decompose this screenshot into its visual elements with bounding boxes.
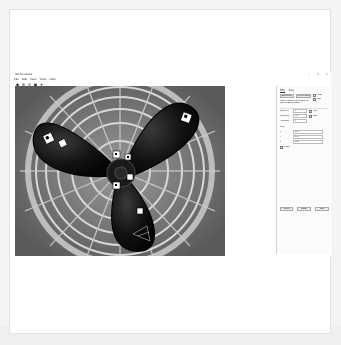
- grid-checkbox-label: Grid: [317, 98, 321, 100]
- pose-section-label: Pose: [280, 126, 285, 128]
- close-button[interactable]: ×: [325, 72, 329, 77]
- save-button[interactable]: Save: [315, 207, 329, 211]
- export-button[interactable]: Export: [297, 207, 311, 211]
- thickness-label: Thickness: [280, 120, 290, 122]
- info-text: Select a marker then drag in the view to…: [280, 100, 309, 105]
- size-field[interactable]: 100: [293, 114, 307, 118]
- pose-z-field[interactable]: 0.00: [293, 140, 323, 144]
- refine-checkbox-label: Refine: [284, 146, 290, 148]
- lock-checkbox-label: Lock: [313, 110, 318, 112]
- lock-checkbox[interactable]: [309, 110, 312, 113]
- marker-id-label: Marker ID: [280, 110, 289, 112]
- panel-tabs: Obj Img: [280, 88, 294, 93]
- pose-x-field[interactable]: 0.00: [293, 130, 323, 134]
- minimize-button[interactable]: –: [307, 72, 311, 77]
- show-checkbox[interactable]: [313, 94, 316, 97]
- size-label: Size (mm): [280, 115, 290, 117]
- show-checkbox-label: Show: [317, 94, 323, 96]
- menu-help[interactable]: Help: [49, 77, 55, 81]
- pose-z-label: Z: [280, 141, 282, 143]
- tab-obj[interactable]: Obj: [280, 88, 285, 93]
- window-controls: – □ ×: [307, 72, 329, 77]
- tab-img[interactable]: Img: [289, 88, 294, 93]
- properties-panel: Obj Img Add marker Clear markers Show Gr…: [276, 86, 330, 254]
- clear-markers-button[interactable]: Clear markers: [296, 94, 311, 98]
- thickness-field[interactable]: 2: [293, 119, 307, 123]
- fan-hub: [106, 158, 136, 188]
- pose-y-field[interactable]: 0.00: [293, 135, 323, 139]
- refine-checkbox[interactable]: [280, 146, 283, 149]
- pose-x-label: X: [280, 131, 282, 133]
- add-marker-button[interactable]: Add marker: [280, 94, 294, 98]
- auto-checkbox-label: Auto: [313, 115, 318, 117]
- marker-id-field[interactable]: 1: [293, 109, 307, 113]
- auto-checkbox[interactable]: [309, 115, 312, 118]
- maximize-button[interactable]: □: [316, 72, 320, 77]
- fan-image: [15, 86, 225, 256]
- titlebar: 3D Annotator – □ ×: [13, 72, 331, 78]
- grid-checkbox[interactable]: [313, 98, 316, 101]
- detect-button[interactable]: Detect: [280, 207, 293, 211]
- app-window: 3D Annotator – □ × File Edit View Tools …: [13, 72, 331, 257]
- image-viewport[interactable]: [15, 86, 225, 256]
- pose-y-label: Y: [280, 136, 282, 138]
